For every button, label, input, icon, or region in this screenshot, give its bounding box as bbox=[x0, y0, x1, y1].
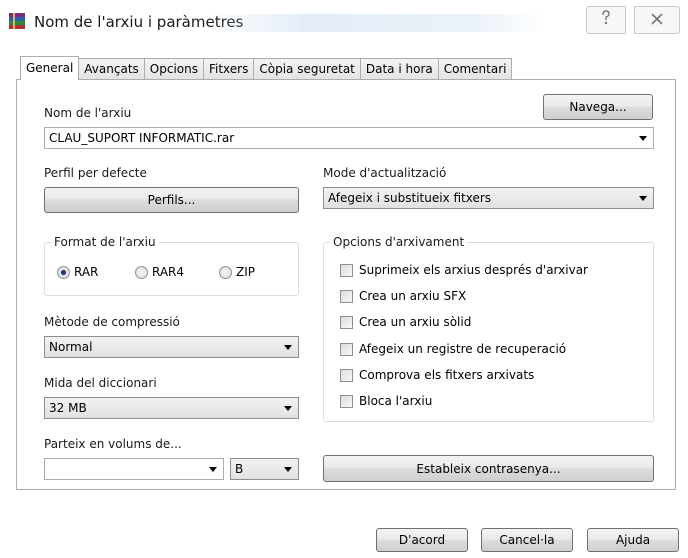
help-footer-button[interactable]: Ajuda bbox=[587, 528, 679, 552]
radio-button bbox=[219, 265, 232, 279]
radio-zip-label: ZIP bbox=[236, 265, 255, 279]
checkbox-test-files[interactable]: Comprova els fitxers arxivats bbox=[340, 368, 534, 382]
cancel-button[interactable]: Cancel·la bbox=[481, 528, 573, 552]
dialog-body: General Avançats Opcions Fitxers Còpia s… bbox=[8, 50, 680, 508]
close-button[interactable] bbox=[634, 6, 680, 34]
help-button[interactable] bbox=[586, 6, 626, 34]
archive-format-group: Format de l'arxiu RAR RAR4 ZIP bbox=[44, 235, 299, 296]
update-mode-value: Afegeix i substitueix fitxers bbox=[328, 191, 492, 205]
chevron-down-icon bbox=[209, 467, 217, 472]
checkbox-lock-archive[interactable]: Bloca l'arxiu bbox=[340, 394, 432, 408]
archive-format-title: Format de l'arxiu bbox=[51, 235, 159, 249]
archive-name-label: Nom de l'arxiu bbox=[44, 106, 132, 120]
checkbox-box bbox=[340, 368, 353, 382]
tab-avancats[interactable]: Avançats bbox=[78, 58, 145, 80]
checkbox-recovery-record-label: Afegeix un registre de recuperació bbox=[359, 342, 567, 356]
checkbox-box bbox=[340, 342, 353, 356]
archiving-options-title: Opcions d'arxivament bbox=[330, 235, 468, 249]
checkbox-delete-after-label: Suprimeix els arxius després d'arxivar bbox=[359, 263, 588, 277]
update-mode-label: Mode d'actualització bbox=[323, 166, 447, 180]
archive-name-value: CLAU_SUPORT INFORMATIC.rar bbox=[49, 131, 235, 145]
checkbox-solid-archive-label: Crea un arxiu sòlid bbox=[359, 315, 472, 329]
checkbox-box bbox=[340, 289, 353, 303]
compression-select[interactable]: Normal bbox=[44, 336, 299, 358]
radio-rar[interactable]: RAR bbox=[57, 265, 98, 279]
radio-zip[interactable]: ZIP bbox=[219, 265, 255, 279]
dictionary-value: 32 MB bbox=[49, 401, 87, 415]
radio-button bbox=[135, 265, 148, 279]
chevron-down-icon bbox=[639, 136, 647, 141]
tab-comentari[interactable]: Comentari bbox=[437, 58, 513, 80]
title-bar-glass bbox=[205, 14, 545, 32]
ok-button[interactable]: D'acord bbox=[376, 528, 468, 552]
compression-value: Normal bbox=[49, 340, 93, 354]
tab-data-i-hora[interactable]: Data i hora bbox=[359, 58, 439, 80]
checkbox-test-files-label: Comprova els fitxers arxivats bbox=[359, 368, 535, 382]
dictionary-select[interactable]: 32 MB bbox=[44, 397, 299, 419]
checkbox-delete-after[interactable]: Suprimeix els arxius després d'arxivar bbox=[340, 263, 588, 277]
archiving-options-group: Opcions d'arxivament Suprimeix els arxiu… bbox=[323, 235, 654, 422]
checkbox-box bbox=[340, 315, 353, 329]
compression-label: Mètode de compressió bbox=[44, 315, 180, 329]
profile-label: Perfil per defecte bbox=[44, 166, 147, 180]
volume-unit-select[interactable]: B bbox=[230, 458, 299, 480]
volume-unit-value: B bbox=[235, 462, 244, 476]
chevron-down-icon bbox=[284, 467, 292, 472]
volume-size-combo[interactable] bbox=[44, 458, 224, 480]
profiles-button[interactable]: Perfils... bbox=[44, 187, 299, 213]
chevron-down-icon bbox=[639, 196, 647, 201]
radio-rar4-label: RAR4 bbox=[152, 265, 185, 279]
radio-rar-label: RAR bbox=[74, 265, 99, 279]
close-icon bbox=[650, 11, 664, 30]
chevron-down-icon bbox=[284, 406, 292, 411]
checkbox-solid-archive[interactable]: Crea un arxiu sòlid bbox=[340, 315, 471, 329]
tab-general[interactable]: General bbox=[20, 56, 80, 80]
volumes-label: Parteix en volums de... bbox=[44, 437, 182, 451]
update-mode-select[interactable]: Afegeix i substitueix fitxers bbox=[323, 187, 654, 209]
tab-bar: General Avançats Opcions Fitxers Còpia s… bbox=[20, 56, 513, 80]
dictionary-label: Mida del diccionari bbox=[44, 376, 157, 390]
general-panel: Nom de l'arxiu Navega... CLAU_SUPORT INF… bbox=[16, 79, 676, 490]
winrar-books-icon bbox=[8, 12, 26, 30]
chevron-down-icon bbox=[284, 345, 292, 350]
browse-button[interactable]: Navega... bbox=[543, 94, 653, 120]
checkbox-box bbox=[340, 394, 353, 408]
checkbox-create-sfx-label: Crea un arxiu SFX bbox=[359, 289, 467, 303]
tab-opcions[interactable]: Opcions bbox=[143, 58, 204, 80]
checkbox-lock-archive-label: Bloca l'arxiu bbox=[359, 394, 433, 408]
help-icon bbox=[599, 10, 613, 30]
tab-copia-seguretat[interactable]: Còpia seguretat bbox=[253, 58, 361, 80]
checkbox-create-sfx[interactable]: Crea un arxiu SFX bbox=[340, 289, 466, 303]
set-password-button[interactable]: Estableix contrasenya... bbox=[323, 455, 654, 482]
radio-rar4[interactable]: RAR4 bbox=[135, 265, 184, 279]
tab-fitxers[interactable]: Fitxers bbox=[202, 58, 255, 80]
archive-name-combo[interactable]: CLAU_SUPORT INFORMATIC.rar bbox=[44, 127, 654, 149]
checkbox-box bbox=[340, 263, 353, 277]
title-bar: Nom de l'arxiu i paràmetres bbox=[0, 0, 688, 44]
checkbox-recovery-record[interactable]: Afegeix un registre de recuperació bbox=[340, 342, 566, 356]
radio-button-checked bbox=[57, 265, 70, 279]
